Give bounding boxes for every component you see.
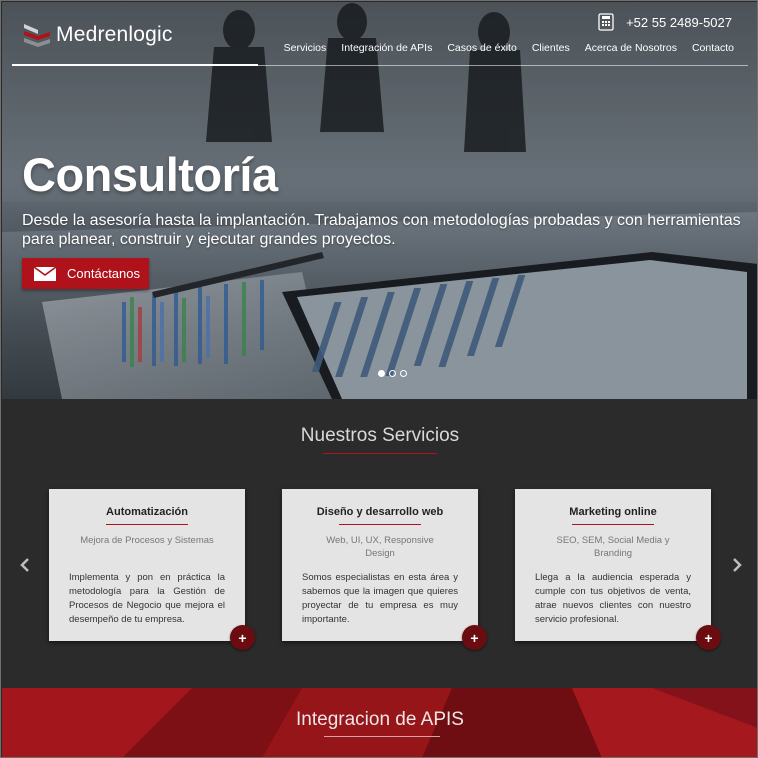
service-card-title: Automatización <box>106 506 188 518</box>
service-card-description: Implementa y pon en práctica la metodolo… <box>69 572 225 625</box>
contact-button-label: Contáctanos <box>67 266 140 281</box>
hero-section: Medrenlogic +52 55 2489-5027 Servicios I… <box>2 2 757 399</box>
carousel-indicators <box>378 370 407 377</box>
top-navigation-bar: Medrenlogic +52 55 2489-5027 Servicios I… <box>2 2 757 72</box>
brand-name: Medrenlogic <box>56 23 173 46</box>
main-nav: Servicios Integración de APIs Casos de é… <box>284 42 734 54</box>
services-section: Nuestros Servicios Automatización Mejora… <box>2 399 757 688</box>
service-more-button[interactable]: + <box>462 625 487 650</box>
service-card-title: Marketing online <box>569 506 657 518</box>
service-more-button[interactable]: + <box>696 625 721 650</box>
contact-button[interactable]: Contáctanos <box>22 258 149 289</box>
logo-underline <box>12 64 258 66</box>
carousel-dot-1[interactable] <box>378 370 385 377</box>
service-card-underline <box>106 524 188 525</box>
logo-mark-icon <box>24 24 50 47</box>
service-card-diseno-web[interactable]: Diseño y desarrollo web Web, UI, UX, Res… <box>282 489 478 641</box>
service-card-subtitle: Mejora de Procesos y Sistemas <box>80 535 214 546</box>
page: Medrenlogic +52 55 2489-5027 Servicios I… <box>0 0 758 758</box>
service-card-subtitle: Web, UI, UX, Responsive Design <box>326 535 434 559</box>
hero-title: Consultoría <box>22 148 278 201</box>
service-card-automatizacion[interactable]: Automatización Mejora de Procesos y Sist… <box>49 489 245 641</box>
phone-number: +52 55 2489-5027 <box>626 14 732 30</box>
services-title-underline <box>323 453 437 454</box>
service-card-title: Diseño y desarrollo web <box>316 506 444 518</box>
phone-contact[interactable]: +52 55 2489-5027 <box>598 13 732 31</box>
nav-item-servicios[interactable]: Servicios <box>284 42 327 54</box>
service-card-marketing[interactable]: Marketing online SEO, SEM, Social Media … <box>515 489 711 641</box>
service-card-description: Llega a la audiencia esperada y cumple c… <box>535 572 691 625</box>
chevron-left-icon[interactable] <box>18 555 32 575</box>
apis-section: Integracion de APIS <box>2 688 757 757</box>
chevron-right-icon[interactable] <box>730 555 744 575</box>
nav-item-contacto[interactable]: Contacto <box>692 42 734 54</box>
service-card-underline <box>339 524 421 525</box>
nav-item-integracion-apis[interactable]: Integración de APIs <box>341 42 432 54</box>
apis-title-underline <box>324 736 440 737</box>
carousel-dot-2[interactable] <box>389 370 396 377</box>
logo[interactable]: Medrenlogic <box>22 18 173 52</box>
phone-icon <box>598 13 614 31</box>
services-title: Nuestros Servicios <box>300 425 460 446</box>
nav-item-casos-exito[interactable]: Casos de éxito <box>447 42 516 54</box>
hero-subtitle: Desde la asesoría hasta la implantación.… <box>22 212 741 248</box>
envelope-icon <box>34 266 56 281</box>
apis-title: Integracion de APIS <box>296 709 464 730</box>
carousel-dot-3[interactable] <box>400 370 407 377</box>
nav-item-acerca[interactable]: Acerca de Nosotros <box>585 42 677 54</box>
service-card-underline <box>572 524 654 525</box>
nav-item-clientes[interactable]: Clientes <box>532 42 570 54</box>
service-card-description: Somos especialistas en esta área y sabem… <box>302 572 458 625</box>
service-more-button[interactable]: + <box>230 625 255 650</box>
nav-divider <box>258 65 748 66</box>
service-card-subtitle: SEO, SEM, Social Media y Branding <box>556 535 670 559</box>
